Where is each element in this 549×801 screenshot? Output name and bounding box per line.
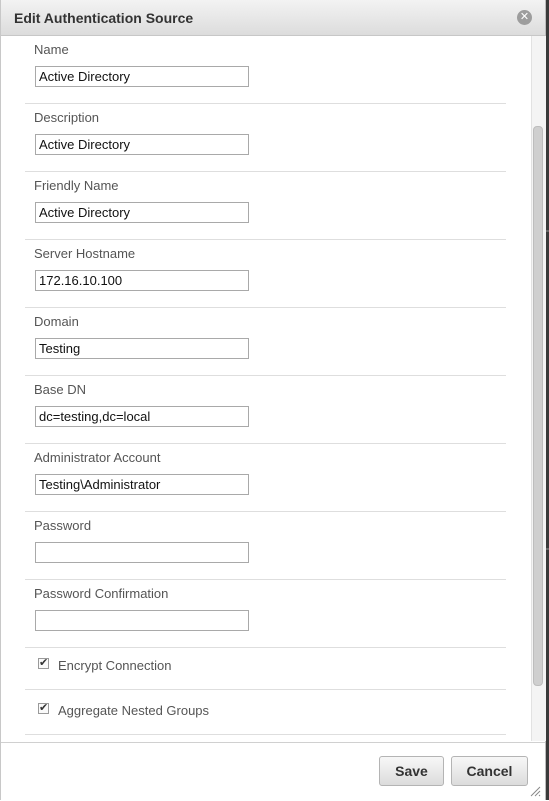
password-label: Password — [34, 518, 92, 533]
aggregate-nested-groups-checkbox[interactable]: ✔ — [38, 703, 49, 714]
description-label: Description — [34, 110, 100, 125]
dialog-titlebar: Edit Authentication Source ✕ — [1, 0, 545, 36]
server-hostname-input[interactable] — [35, 270, 249, 291]
aggregate-nested-groups-label: Aggregate Nested Groups — [58, 703, 210, 718]
server-hostname-label: Server Hostname — [34, 246, 136, 261]
domain-input[interactable] — [35, 338, 249, 359]
base-dn-field-group: Base DN — [25, 376, 506, 444]
admin-account-label: Administrator Account — [34, 450, 161, 465]
admin-account-field-group: Administrator Account — [25, 444, 506, 512]
name-field-group: Name — [25, 36, 506, 104]
name-input[interactable] — [35, 66, 249, 87]
name-label: Name — [34, 42, 69, 57]
description-input[interactable] — [35, 134, 249, 155]
edit-auth-source-dialog: Edit Authentication Source ✕ Name Descri… — [0, 0, 546, 801]
aggregate-nested-groups-row: ✔ Aggregate Nested Groups — [25, 689, 506, 735]
friendly-name-label: Friendly Name — [34, 178, 119, 193]
password-confirmation-label: Password Confirmation — [34, 586, 169, 601]
password-field-group: Password — [25, 512, 506, 580]
dialog-title: Edit Authentication Source — [14, 10, 194, 26]
dialog-footer: Save Cancel — [1, 742, 545, 801]
close-icon[interactable]: ✕ — [517, 10, 532, 25]
friendly-name-field-group: Friendly Name — [25, 172, 506, 240]
friendly-name-input[interactable] — [35, 202, 249, 223]
base-dn-label: Base DN — [34, 382, 87, 397]
password-confirmation-field-group: Password Confirmation — [25, 580, 506, 648]
dialog-content: Name Description Friendly Name Server Ho… — [1, 36, 531, 741]
encrypt-connection-row: ✔ Encrypt Connection — [25, 644, 506, 690]
admin-account-input[interactable] — [35, 474, 249, 495]
resize-grip-icon[interactable] — [529, 785, 541, 797]
save-button[interactable]: Save — [379, 756, 444, 786]
base-dn-input[interactable] — [35, 406, 249, 427]
domain-label: Domain — [34, 314, 79, 329]
encrypt-connection-checkbox[interactable]: ✔ — [38, 658, 49, 669]
cancel-button[interactable]: Cancel — [451, 756, 528, 786]
description-field-group: Description — [25, 104, 506, 172]
scrollbar-thumb[interactable] — [533, 126, 543, 686]
password-input[interactable] — [35, 542, 249, 563]
password-confirmation-input[interactable] — [35, 610, 249, 631]
encrypt-connection-label: Encrypt Connection — [58, 658, 172, 673]
server-hostname-field-group: Server Hostname — [25, 240, 506, 308]
domain-field-group: Domain — [25, 308, 506, 376]
